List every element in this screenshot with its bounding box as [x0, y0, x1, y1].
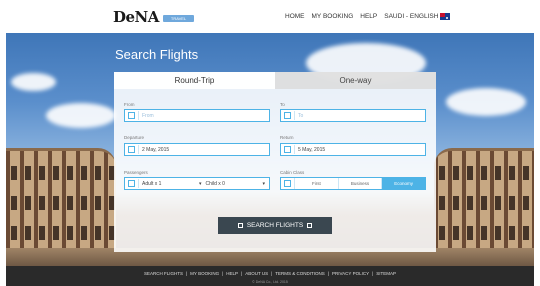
search-icon [307, 223, 313, 228]
logo-badge: TRAVEL [162, 14, 195, 22]
from-field[interactable]: From [124, 109, 270, 122]
language-label: SAUDI - ENGLISH [384, 13, 439, 20]
calendar-icon [284, 146, 291, 153]
departure-label: Departure [124, 135, 145, 140]
return-value: 5 May, 2015 [298, 146, 326, 153]
copyright: © DeNA Co., Ltd. 2015 [252, 280, 288, 284]
nav-help[interactable]: HELP [360, 13, 377, 20]
calendar-icon [128, 146, 135, 153]
plane-icon [284, 112, 291, 119]
cloud-decoration [446, 88, 526, 116]
to-field[interactable]: To [280, 109, 426, 122]
footer-link-my-booking[interactable]: MY BOOKING [190, 271, 219, 276]
tab-one-way[interactable]: One-way [275, 72, 436, 89]
logo[interactable]: DeNA TRAVEL [113, 8, 195, 26]
cabin-option-business[interactable]: Business [337, 178, 382, 189]
cloud-decoration [11, 73, 56, 91]
cabin-option-economy[interactable]: Economy [381, 178, 426, 189]
footer-link-about-us[interactable]: ABOUT US [245, 271, 268, 276]
nav-my-booking[interactable]: MY BOOKING [312, 13, 354, 20]
flag-icon [440, 13, 451, 20]
seat-icon [284, 180, 291, 187]
plane-icon [128, 112, 135, 119]
to-label: To [280, 102, 285, 107]
cabin-option-first[interactable]: First [294, 178, 338, 189]
page-title: Search Flights [115, 47, 199, 62]
footer-link-help[interactable]: HELP [226, 271, 238, 276]
person-icon [128, 180, 135, 187]
footer-link-sitemap[interactable]: SITEMAP [376, 271, 396, 276]
departure-field[interactable]: 2 May, 2015 [124, 143, 270, 156]
footer-link-privacy[interactable]: PRIVACY POLICY [332, 271, 369, 276]
top-nav: HOME MY BOOKING HELP SAUDI - ENGLISH [285, 13, 451, 20]
passengers-field[interactable]: Adult x 1 ▾ Child x 0 ▾ [124, 177, 270, 190]
search-icon [237, 223, 243, 228]
tab-round-trip[interactable]: Round-Trip [114, 72, 275, 89]
trip-type-tabs: Round-Trip One-way [114, 72, 436, 89]
return-field[interactable]: 5 May, 2015 [280, 143, 426, 156]
cabin-class-field: First Business Economy [280, 177, 426, 190]
adults-select[interactable]: Adult x 1 ▾ [142, 181, 206, 187]
language-selector[interactable]: SAUDI - ENGLISH [384, 13, 451, 20]
nav-home[interactable]: HOME [285, 13, 305, 20]
passengers-label: Passengers [124, 170, 148, 175]
cloud-decoration [46, 103, 116, 128]
header: DeNA TRAVEL HOME MY BOOKING HELP SAUDI -… [0, 0, 540, 33]
logo-text: DeNA [113, 8, 159, 26]
from-label: From [124, 102, 135, 107]
return-label: Return [280, 135, 294, 140]
footer: SEARCH FLIGHTS | MY BOOKING | HELP | ABOUT … [6, 266, 534, 286]
search-flights-button[interactable]: SEARCH FLIGHTS [218, 217, 332, 234]
cabin-class-label: Cabin Class [280, 170, 305, 175]
chevron-down-icon: ▾ [198, 180, 202, 187]
chevron-down-icon: ▾ [262, 180, 265, 187]
child-select[interactable]: Child x 0 ▾ [206, 181, 270, 187]
footer-links: SEARCH FLIGHTS | MY BOOKING | HELP | ABOUT … [143, 271, 397, 276]
search-flights-label: SEARCH FLIGHTS [246, 222, 304, 229]
departure-value: 2 May, 2015 [142, 146, 170, 153]
from-placeholder: From [142, 112, 154, 119]
to-placeholder: To [298, 112, 304, 119]
footer-link-terms[interactable]: TERMS & CONDITIONS [275, 271, 325, 276]
footer-link-search-flights[interactable]: SEARCH FLIGHTS [144, 271, 183, 276]
